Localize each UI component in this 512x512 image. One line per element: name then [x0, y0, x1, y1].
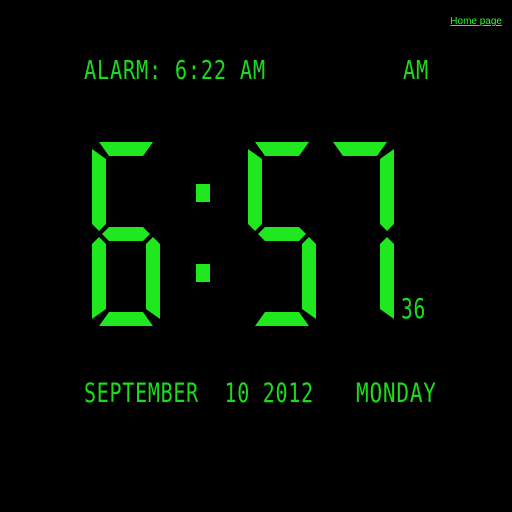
segment-f [248, 149, 262, 231]
colon-top-dot [196, 184, 210, 202]
minute-ones-digit [333, 142, 394, 319]
segment-c [302, 237, 316, 319]
segment-a [333, 142, 387, 156]
clock-screen: Home page ALARM: 6:22 AM AM 36 SEPTEMBER… [0, 0, 512, 512]
weekday-readout: MONDAY [356, 378, 437, 409]
date-readout: SEPTEMBER 10 2012 [84, 378, 314, 409]
segment-d [255, 312, 309, 326]
colon-separator [196, 184, 210, 282]
big-time-display [92, 142, 394, 326]
seconds-readout: 36 [401, 292, 427, 325]
segment-g [102, 227, 150, 241]
segment-a [255, 142, 309, 156]
segment-g [258, 227, 306, 241]
segment-f [92, 149, 106, 231]
segment-c [146, 237, 160, 319]
segment-e [92, 237, 106, 319]
segment-c [380, 237, 394, 319]
segment-a [99, 142, 153, 156]
colon-bottom-dot [196, 264, 210, 282]
hour-digit [92, 142, 160, 326]
segment-d [99, 312, 153, 326]
segment-b [380, 149, 394, 231]
minute-tens-digit [248, 142, 316, 326]
